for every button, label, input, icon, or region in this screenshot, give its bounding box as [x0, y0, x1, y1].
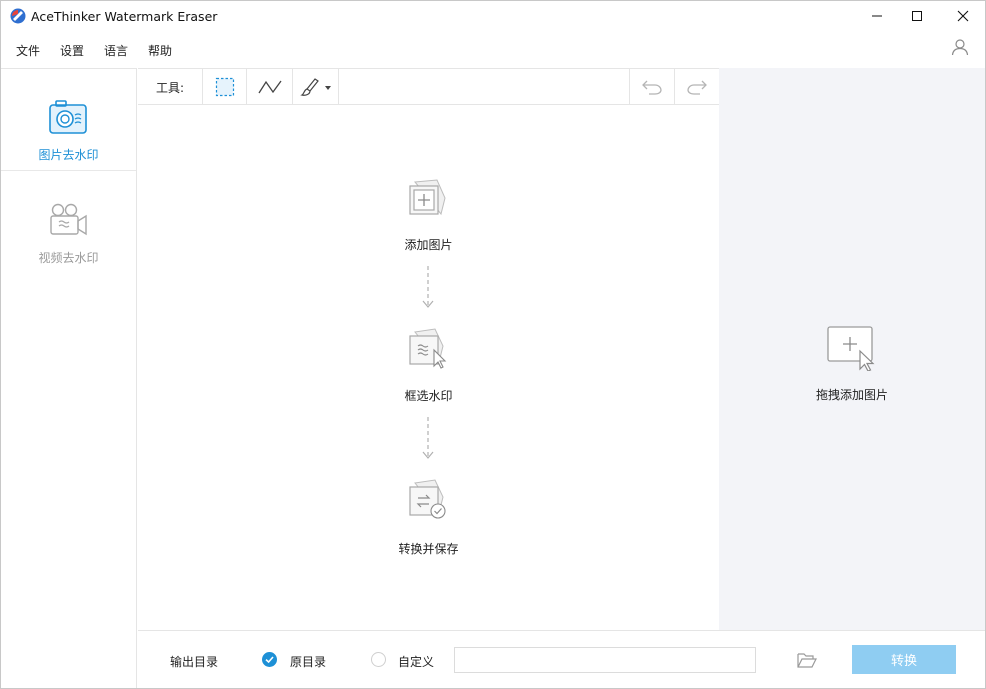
- drag-drop-image-icon: [827, 326, 875, 371]
- menu-item-settings[interactable]: 设置: [60, 42, 84, 59]
- undo-icon: [642, 80, 662, 95]
- step-convert-save-label: 转换并保存: [398, 542, 459, 556]
- arrow-down-icon: [422, 266, 434, 308]
- menu-item-file[interactable]: 文件: [16, 42, 40, 59]
- minimize-button[interactable]: [859, 1, 895, 31]
- menu-item-help[interactable]: 帮助: [148, 42, 172, 59]
- minimize-icon: [872, 15, 882, 17]
- maximize-button[interactable]: [899, 1, 935, 31]
- output-directory-label: 输出目录: [170, 655, 219, 669]
- camera-icon: [49, 100, 87, 134]
- polyline-icon: [257, 80, 282, 94]
- tools-label: 工具:: [156, 81, 185, 95]
- sidebar: 图片去水印 视频去水印: [1, 68, 137, 688]
- sidebar-item-image-watermark[interactable]: 图片去水印: [1, 69, 136, 171]
- drop-zone-label: 拖拽添加图片: [815, 388, 888, 402]
- brush-icon: [299, 78, 331, 96]
- redo-icon: [687, 80, 707, 95]
- sidebar-item-label: 视频去水印: [38, 251, 99, 265]
- app-logo-icon: [10, 8, 26, 24]
- checkmark-icon: [265, 656, 274, 664]
- custom-directory-radio[interactable]: [371, 652, 386, 667]
- menu-bar: 文件 设置 语言 帮助: [1, 35, 985, 63]
- redo-button[interactable]: [674, 69, 719, 105]
- app-window: AceThinker Watermark Eraser 文件 设置 语言 帮助: [0, 0, 986, 689]
- arrow-down-icon: [422, 417, 434, 459]
- original-directory-label[interactable]: 原目录: [290, 653, 326, 670]
- video-camera-icon: [50, 203, 87, 236]
- close-icon: [957, 10, 969, 22]
- select-watermark-icon[interactable]: [407, 328, 449, 370]
- maximize-icon: [912, 11, 922, 21]
- polygon-select-button[interactable]: [246, 69, 292, 105]
- drop-zone[interactable]: 拖拽添加图片: [719, 68, 985, 630]
- convert-button[interactable]: 转换: [852, 645, 956, 674]
- toolbar: 工具:: [138, 68, 719, 105]
- close-button[interactable]: [945, 1, 981, 31]
- output-bar: 输出目录 原目录 自定义 转换: [138, 630, 985, 688]
- workspace: 添加图片 框选水印 转换并保存: [138, 105, 719, 630]
- title-bar: AceThinker Watermark Eraser: [1, 1, 985, 31]
- brush-tool-button[interactable]: [292, 69, 339, 105]
- rectangle-select-icon: [215, 77, 234, 97]
- output-path-input[interactable]: [454, 647, 756, 673]
- original-directory-radio[interactable]: [262, 652, 277, 667]
- user-account-icon[interactable]: [951, 38, 969, 56]
- sidebar-item-label: 图片去水印: [38, 148, 99, 162]
- convert-save-icon[interactable]: [407, 479, 449, 521]
- rectangle-select-button[interactable]: [202, 69, 246, 105]
- add-image-icon[interactable]: [407, 178, 449, 220]
- undo-button[interactable]: [629, 69, 674, 105]
- step-select-watermark-label: 框选水印: [404, 389, 453, 403]
- sidebar-item-video-watermark[interactable]: 视频去水印: [1, 172, 136, 274]
- step-add-image-label: 添加图片: [404, 238, 453, 252]
- window-title: AceThinker Watermark Eraser: [31, 9, 218, 24]
- custom-directory-label[interactable]: 自定义: [398, 653, 434, 670]
- folder-open-icon[interactable]: [797, 651, 817, 669]
- menu-item-language[interactable]: 语言: [104, 42, 128, 59]
